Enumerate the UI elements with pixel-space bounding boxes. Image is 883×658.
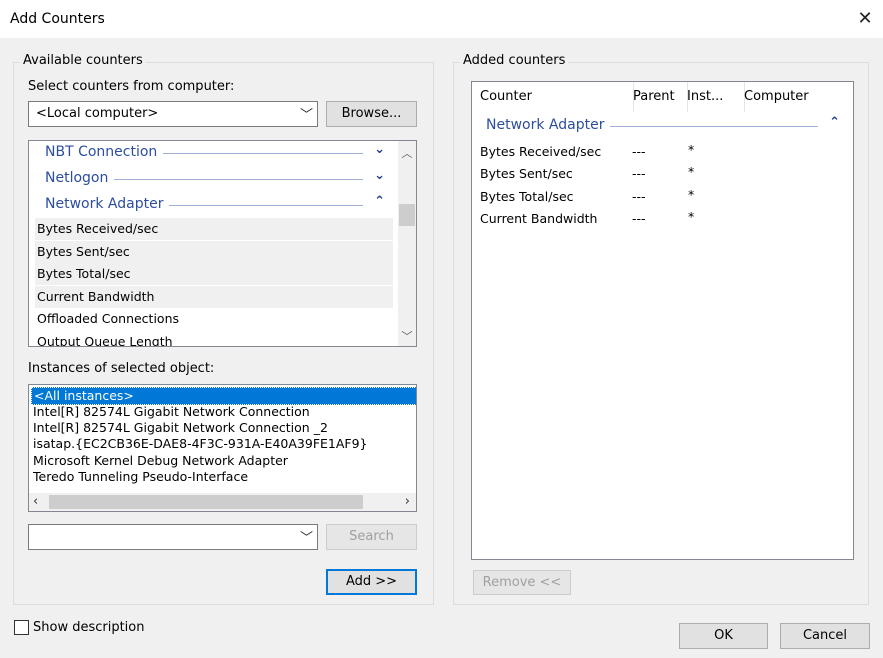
horizontal-scrollbar[interactable]: ‹ ›: [29, 493, 416, 511]
counter-object-list[interactable]: NBT Connection ⌄ Netlogon ⌄ Network Adap…: [28, 140, 417, 347]
object-label: Network Adapter: [45, 196, 170, 212]
title-bar: [0, 0, 883, 38]
added-counter-parent: ---: [632, 144, 646, 159]
add-button[interactable]: Add >>: [326, 569, 417, 595]
chevron-up-icon[interactable]: ⌃: [374, 194, 385, 209]
chevron-down-icon: ﹀: [299, 108, 313, 123]
added-counter-name: Bytes Sent/sec: [480, 166, 573, 181]
object-network-adapter[interactable]: Network Adapter ⌃: [37, 193, 389, 217]
scroll-down-icon[interactable]: ﹀: [398, 328, 416, 344]
added-counter-name: Bytes Received/sec: [480, 144, 602, 159]
instance-item[interactable]: Intel[R] 82574L Gigabit Network Connecti…: [31, 404, 415, 420]
object-label: NBT Connection: [45, 144, 164, 160]
counter-item[interactable]: Current Bandwidth: [35, 286, 393, 308]
added-counter-parent: ---: [632, 189, 646, 204]
added-counter-name: Bytes Total/sec: [480, 189, 574, 204]
object-netlogon[interactable]: Netlogon ⌄: [37, 167, 389, 191]
ok-button[interactable]: OK: [679, 623, 768, 649]
scrollbar-thumb[interactable]: [399, 204, 415, 226]
counter-item[interactable]: Bytes Total/sec: [35, 263, 393, 285]
instance-item[interactable]: Microsoft Kernel Debug Network Adapter: [31, 453, 415, 469]
added-counter-instance: *: [688, 142, 695, 157]
column-header-computer[interactable]: Computer: [736, 82, 853, 112]
scroll-right-icon[interactable]: ›: [405, 494, 410, 509]
chevron-down-icon[interactable]: ⌄: [374, 168, 385, 183]
remove-button[interactable]: Remove <<: [473, 570, 571, 595]
counter-item[interactable]: Offloaded Connections: [35, 308, 393, 330]
scrollbar-thumb[interactable]: [49, 495, 363, 509]
column-header-counter[interactable]: Counter: [472, 82, 634, 112]
show-description-label[interactable]: Show description: [33, 620, 145, 635]
show-description-checkbox[interactable]: [14, 620, 29, 635]
computer-select[interactable]: <Local computer> ﹀: [28, 101, 318, 127]
instances-label: Instances of selected object:: [28, 361, 215, 376]
added-counter-instance: *: [688, 209, 695, 224]
counter-item[interactable]: Bytes Sent/sec: [35, 241, 393, 263]
search-button[interactable]: Search: [326, 524, 417, 550]
added-counter-parent: ---: [632, 211, 646, 226]
added-counter-parent: ---: [632, 166, 646, 181]
chevron-up-icon[interactable]: ⌃: [829, 115, 840, 130]
instance-item[interactable]: Teredo Tunneling Pseudo-Interface: [31, 469, 415, 485]
counter-item[interactable]: Output Queue Length: [35, 331, 393, 346]
added-group-network-adapter[interactable]: Network Adapter ⌃: [478, 114, 844, 138]
instance-item[interactable]: Intel[R] 82574L Gigabit Network Connecti…: [31, 420, 415, 436]
scroll-up-icon[interactable]: ︿: [398, 145, 416, 161]
computer-label: Select counters from computer:: [28, 79, 235, 94]
object-label: Netlogon: [45, 170, 115, 186]
counter-item[interactable]: Bytes Received/sec: [35, 218, 393, 240]
added-counters-list[interactable]: Counter Parent Inst... Computer Network …: [471, 81, 854, 560]
instance-item[interactable]: <All instances>: [31, 387, 416, 405]
added-counter-instance: *: [688, 187, 695, 202]
available-counters-legend: Available counters: [20, 53, 146, 68]
instance-item[interactable]: isatap.{EC2CB36E-DAE8-4F3C-931A-E40A39FE…: [31, 436, 415, 452]
chevron-down-icon[interactable]: ⌄: [374, 142, 385, 157]
vertical-scrollbar[interactable]: ︿ ﹀: [398, 141, 416, 346]
browse-button[interactable]: Browse...: [326, 101, 417, 127]
computer-select-value: <Local computer>: [36, 106, 159, 121]
group-label: Network Adapter: [486, 117, 611, 133]
cancel-button[interactable]: Cancel: [780, 623, 870, 649]
window-title: Add Counters: [10, 11, 105, 27]
added-counter-instance: *: [688, 164, 695, 179]
close-icon[interactable]: ✕: [852, 6, 878, 32]
object-nbt-connection[interactable]: NBT Connection ⌄: [37, 141, 389, 165]
added-counters-legend: Added counters: [460, 53, 569, 68]
added-counter-name: Current Bandwidth: [480, 211, 598, 226]
scroll-left-icon[interactable]: ‹: [33, 494, 38, 509]
chevron-down-icon: ﹀: [299, 531, 313, 546]
search-input[interactable]: ﹀: [28, 524, 318, 550]
instances-list[interactable]: <All instances> Intel[R] 82574L Gigabit …: [28, 384, 417, 512]
